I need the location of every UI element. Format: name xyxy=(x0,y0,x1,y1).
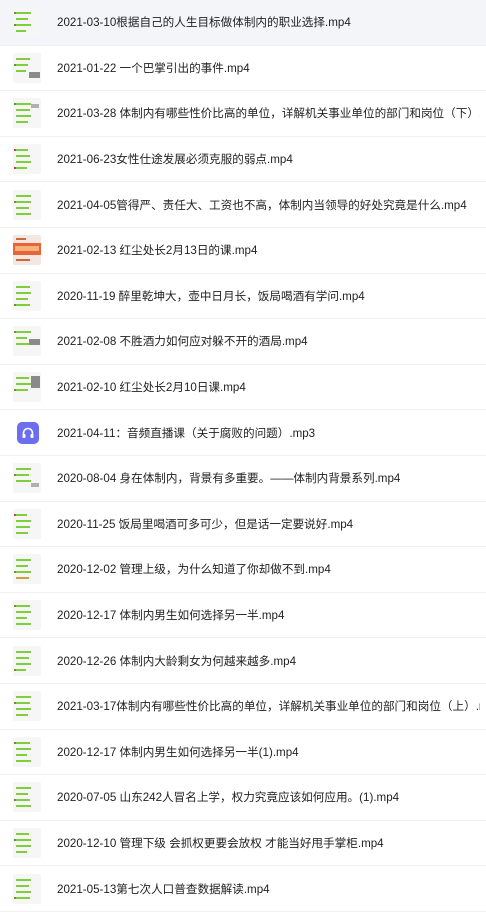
video-thumbnail-icon xyxy=(13,782,41,813)
file-row[interactable]: 2021-03-10根据自己的人生目标做体制内的职业选择.mp4 xyxy=(0,0,486,46)
file-row[interactable]: 2020-12-02 管理上级，为什么知道了你却做不到.mp4 xyxy=(0,547,486,593)
file-name: 2020-12-26 体制内大龄剩女为何越来越多.mp4 xyxy=(57,654,297,668)
file-name: 2021-02-13 红尘处长2月13日的课.mp4 xyxy=(57,244,258,258)
video-thumbnail-icon xyxy=(13,691,41,722)
file-list: 2021-03-10根据自己的人生目标做体制内的职业选择.mp4 2021-01… xyxy=(0,0,486,912)
file-name: 2020-11-25 饭局里喝酒可多可少，但是话一定要说好.mp4 xyxy=(57,517,354,531)
video-thumbnail-icon xyxy=(13,235,41,266)
video-thumbnail-icon xyxy=(13,873,41,904)
file-row[interactable]: 2021-01-22 一个巴掌引出的事件.mp4 xyxy=(0,46,486,92)
audio-file-icon xyxy=(17,421,39,444)
file-row[interactable]: 2020-12-10 管理下级 会抓权更要会放权 才能当好甩手掌柜.mp4 xyxy=(0,821,486,867)
file-row[interactable]: 2020-12-17 体制内男生如何选择另一半(1).mp4 xyxy=(0,730,486,776)
file-row[interactable]: 2021-04-11：音频直播课（关于腐败的问题）.mp3 xyxy=(0,410,486,456)
file-row[interactable]: 2020-11-19 醉里乾坤大，壶中日月长，饭局喝酒有学问.mp4 xyxy=(0,274,486,320)
file-name: 2020-12-17 体制内男生如何选择另一半(1).mp4 xyxy=(57,745,299,759)
file-name: 2021-02-10 红尘处长2月10日课.mp4 xyxy=(57,381,246,395)
file-name: 2020-12-17 体制内男生如何选择另一半.mp4 xyxy=(57,609,285,623)
file-row[interactable]: 2021-02-10 红尘处长2月10日课.mp4 xyxy=(0,365,486,411)
file-row[interactable]: 2020-12-17 体制内男生如何选择另一半.mp4 xyxy=(0,593,486,639)
video-thumbnail-icon xyxy=(13,736,41,767)
file-name: 2020-12-10 管理下级 会抓权更要会放权 才能当好甩手掌柜.mp4 xyxy=(57,836,384,850)
file-name: 2021-03-10根据自己的人生目标做体制内的职业选择.mp4 xyxy=(57,16,351,30)
file-name: 2021-04-05管得严、责任大、工资也不高，体制内当领导的好处究竟是什么.m… xyxy=(57,198,467,212)
file-row[interactable]: 2021-02-08 不胜酒力如何应对躲不开的酒局.mp4 xyxy=(0,319,486,365)
video-thumbnail-icon xyxy=(13,372,41,403)
file-row[interactable]: 2020-11-25 饭局里喝酒可多可少，但是话一定要说好.mp4 xyxy=(0,502,486,548)
file-row[interactable]: 2021-03-17体制内有哪些性价比高的单位，详解机关事业单位的部门和岗位（上… xyxy=(0,684,486,730)
file-row[interactable]: 2021-06-23女性仕途发展必须克服的弱点.mp4 xyxy=(0,137,486,183)
video-thumbnail-icon xyxy=(13,554,41,585)
file-name: 2020-08-04 身在体制内，背景有多重要。——体制内背景系列.mp4 xyxy=(57,472,401,486)
video-thumbnail-icon xyxy=(13,463,41,494)
file-name: 2021-04-11：音频直播课（关于腐败的问题）.mp3 xyxy=(57,426,316,440)
file-row[interactable]: 2020-08-04 身在体制内，背景有多重要。——体制内背景系列.mp4 xyxy=(0,456,486,502)
file-name: 2021-02-08 不胜酒力如何应对躲不开的酒局.mp4 xyxy=(57,335,308,349)
file-row[interactable]: 2021-05-13第七次人口普查数据解读.mp4 xyxy=(0,866,486,912)
video-thumbnail-icon xyxy=(13,645,41,676)
video-thumbnail-icon xyxy=(13,189,41,220)
video-thumbnail-icon xyxy=(13,508,41,539)
video-thumbnail-icon xyxy=(13,600,41,631)
video-thumbnail-icon xyxy=(13,280,41,311)
file-name: 2020-12-02 管理上级，为什么知道了你却做不到.mp4 xyxy=(57,563,331,577)
file-name: 2020-11-19 醉里乾坤大，壶中日月长，饭局喝酒有学问.mp4 xyxy=(57,289,365,303)
file-name: 2021-05-13第七次人口普查数据解读.mp4 xyxy=(57,882,270,896)
video-thumbnail-icon xyxy=(13,144,41,175)
video-thumbnail-icon xyxy=(13,98,41,129)
file-name: 2021-01-22 一个巴掌引出的事件.mp4 xyxy=(57,61,250,75)
video-thumbnail-icon xyxy=(13,827,41,858)
file-row[interactable]: 2021-03-28 体制内有哪些性价比高的单位，详解机关事业单位的部门和岗位（… xyxy=(0,91,486,137)
video-thumbnail-icon xyxy=(13,7,41,38)
file-name: 2021-03-28 体制内有哪些性价比高的单位，详解机关事业单位的部门和岗位（… xyxy=(57,107,480,121)
file-row[interactable]: 2021-02-13 红尘处长2月13日的课.mp4 xyxy=(0,228,486,274)
video-thumbnail-icon xyxy=(13,52,41,83)
file-name: 2020-07-05 山东242人冒名上学，权力究竟应该如何应用。(1).mp4 xyxy=(57,791,400,805)
file-row[interactable]: 2020-07-05 山东242人冒名上学，权力究竟应该如何应用。(1).mp4 xyxy=(0,775,486,821)
file-row[interactable]: 2021-04-05管得严、责任大、工资也不高，体制内当领导的好处究竟是什么.m… xyxy=(0,182,486,228)
video-thumbnail-icon xyxy=(13,326,41,357)
file-name: 2021-06-23女性仕途发展必须克服的弱点.mp4 xyxy=(57,153,293,167)
file-row[interactable]: 2020-12-26 体制内大龄剩女为何越来越多.mp4 xyxy=(0,638,486,684)
file-name: 2021-03-17体制内有哪些性价比高的单位，详解机关事业单位的部门和岗位（上… xyxy=(57,700,480,714)
